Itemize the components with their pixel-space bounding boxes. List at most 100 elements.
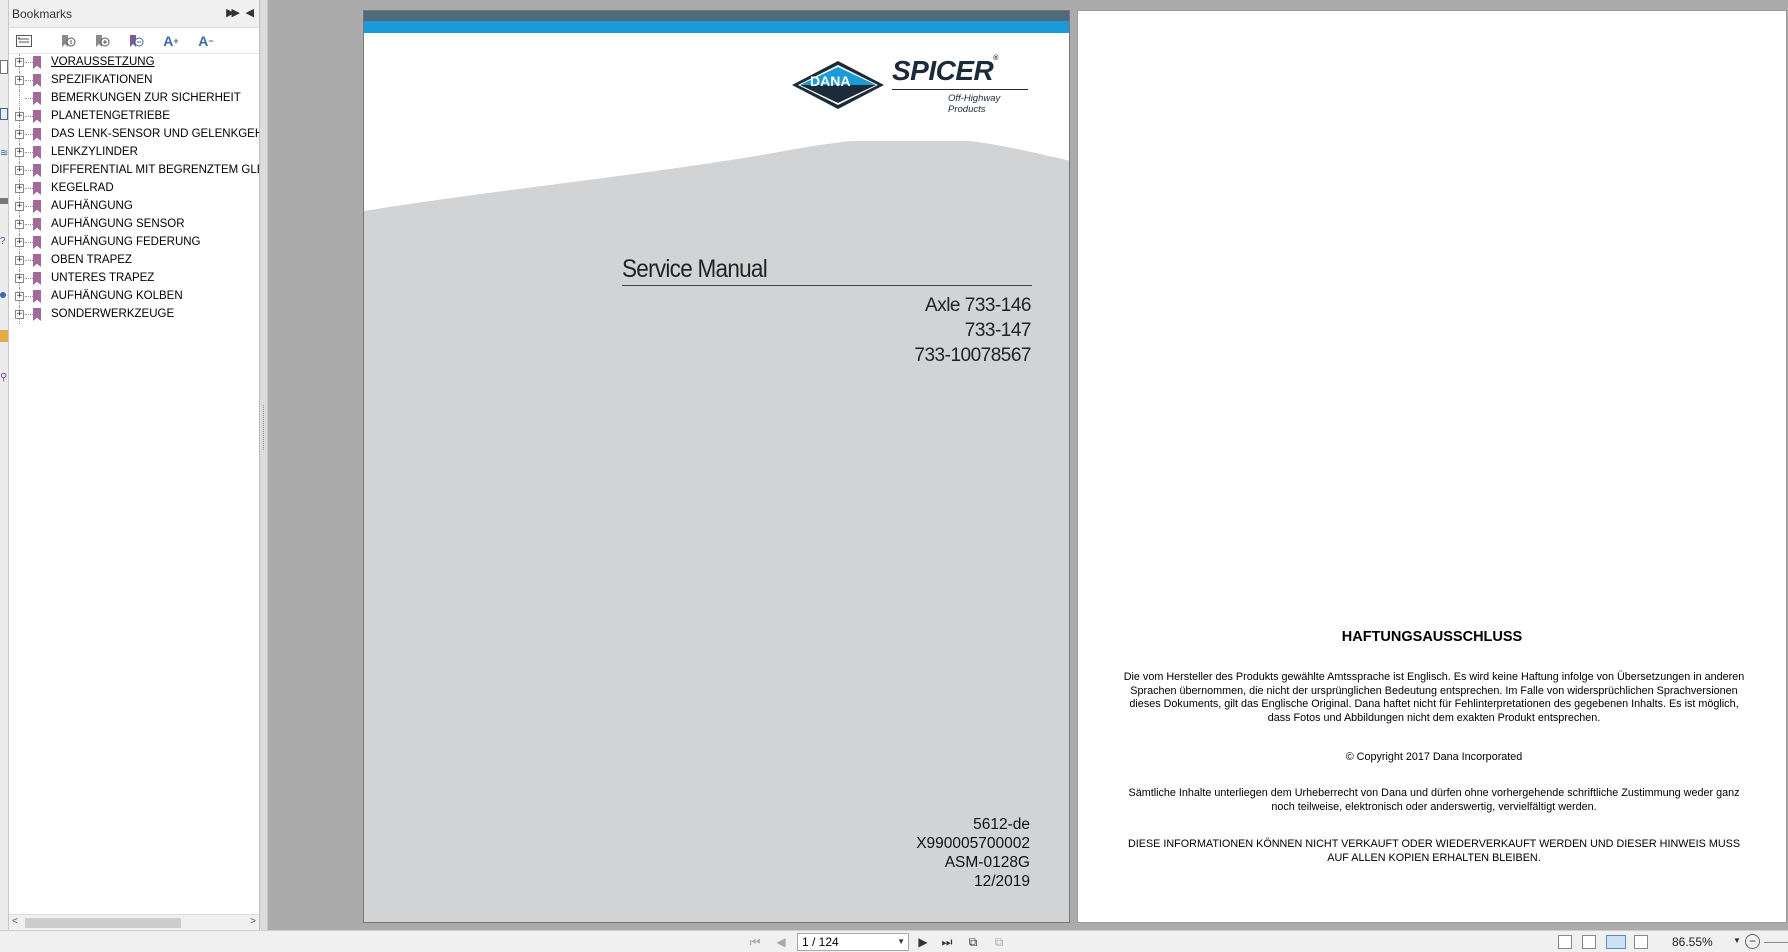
tree-connector: [25, 242, 33, 243]
facing-view-icon[interactable]: [1606, 935, 1626, 949]
bookmark-item[interactable]: BEMERKUNGEN ZUR SICHERHEIT: [9, 90, 259, 108]
bookmark-item[interactable]: + AUFHÄNGUNG SENSOR: [9, 216, 259, 234]
expand-icon[interactable]: +: [15, 202, 24, 211]
bookmark-options-icon[interactable]: [15, 32, 33, 50]
document-viewport[interactable]: DANA SPICER® Off-Highway Products Servic…: [269, 0, 1788, 930]
continuous-view-icon[interactable]: [1582, 935, 1596, 949]
tree-connector: [25, 134, 33, 135]
axle-line-1: Axle 733-146: [925, 295, 1031, 316]
search-icon[interactable]: ⚲: [0, 372, 8, 383]
bookmark-icon: [33, 308, 41, 321]
bookmark-item[interactable]: + AUFHÄNGUNG KOLBEN: [9, 288, 259, 306]
page-number-input[interactable]: 1 / 124 ▼: [797, 933, 909, 951]
cover-page: DANA SPICER® Off-Highway Products Servic…: [363, 10, 1070, 923]
attachments-icon[interactable]: ≋: [0, 148, 8, 159]
expand-icon[interactable]: +: [15, 148, 24, 157]
splitter-grip[interactable]: [263, 405, 264, 450]
bookmark-label: AUFHÄNGUNG SENSOR: [51, 218, 185, 230]
expand-icon[interactable]: +: [15, 184, 24, 193]
tree-connector: [25, 98, 33, 99]
bookmark-item[interactable]: + AUFHÄNGUNG: [9, 198, 259, 216]
expand-panel-icon[interactable]: ▶▶: [226, 6, 240, 19]
expand-icon[interactable]: +: [15, 166, 24, 175]
expand-icon[interactable]: +: [15, 76, 24, 85]
scrollbar-thumb[interactable]: [25, 918, 181, 928]
zoom-dropdown-icon[interactable]: ▼: [1733, 936, 1741, 945]
disclaimer-title: HAFTUNGSAUSSCHLUSS: [1341, 629, 1523, 645]
bookmark-item[interactable]: + PLANETENGETRIEBE: [9, 108, 259, 126]
page-thumbnail-icon[interactable]: [0, 60, 8, 74]
cover-top-bar: [364, 11, 1069, 21]
bookmark-label: SONDERWERKZEUGE: [51, 308, 175, 320]
bookmark-icon: [33, 254, 41, 267]
bookmark-list: + VORAUSSETZUNG + SPEZIFIKATIONEN BEMERKUNGE…: [9, 54, 259, 324]
comments-icon[interactable]: ?: [0, 236, 8, 247]
enlarge-text-icon[interactable]: A +: [162, 32, 180, 50]
tree-connector: [25, 224, 33, 225]
zoom-slider[interactable]: [1764, 942, 1788, 943]
collapse-panel-icon[interactable]: ◀: [246, 6, 254, 19]
chevron-down-icon[interactable]: ▼: [897, 934, 905, 950]
expand-icon[interactable]: +: [15, 256, 24, 265]
bookmark-item[interactable]: + DIFFERENTIAL MIT BEGRENZTEM GLE: [9, 162, 259, 180]
zoom-out-icon[interactable]: −: [1745, 934, 1760, 949]
bookmark-item[interactable]: + OBEN TRAPEZ: [9, 252, 259, 270]
pages-icon[interactable]: [0, 108, 8, 120]
next-view-icon[interactable]: ⧉: [991, 934, 1007, 950]
expand-icon[interactable]: +: [15, 310, 24, 319]
expand-icon[interactable]: +: [15, 130, 24, 139]
logo-rule: [892, 89, 1028, 90]
bookmark-icon: [33, 236, 41, 249]
bookmark-item[interactable]: + SPEZIFIKATIONEN: [9, 72, 259, 90]
help-icon[interactable]: [0, 292, 6, 298]
expand-icon[interactable]: +: [15, 58, 24, 67]
tree-connector: [25, 62, 33, 63]
page-indicator: 1 / 124: [802, 935, 839, 949]
doc-code-3: ASM-0128G: [944, 854, 1030, 871]
expand-icon[interactable]: +: [15, 292, 24, 301]
zoom-level[interactable]: 86.55%: [1672, 935, 1713, 949]
reduce-text-label: A: [198, 33, 209, 49]
previous-view-icon[interactable]: ⧉: [965, 934, 981, 950]
spicer-text: SPICER: [892, 55, 994, 86]
first-page-icon[interactable]: ⏮: [747, 934, 763, 950]
bookmark-item[interactable]: + KEGELRAD: [9, 180, 259, 198]
expand-bookmark-icon[interactable]: [59, 32, 77, 50]
next-page-icon[interactable]: ▶: [915, 934, 931, 950]
bookmark-item[interactable]: + LENKZYLINDER: [9, 144, 259, 162]
delete-bookmark-icon[interactable]: [127, 32, 145, 50]
layers-icon[interactable]: [0, 198, 8, 204]
bookmark-item[interactable]: + DAS LENK-SENSOR UND GELENKGEHÄ: [9, 126, 259, 144]
bookmarks-panel: Bookmarks ▶▶ ◀ A + A − + VORAUSSETZUNG + SPEZ…: [9, 0, 260, 930]
bookmark-item[interactable]: + AUFHÄNGUNG FEDERUNG: [9, 234, 259, 252]
tree-connector: [25, 188, 33, 189]
tree-connector: [25, 170, 33, 171]
bookmark-label: AUFHÄNGUNG: [51, 200, 133, 212]
single-page-view-icon[interactable]: [1558, 935, 1572, 949]
bookmarks-horizontal-scrollbar[interactable]: < >: [9, 914, 259, 930]
expand-icon[interactable]: +: [15, 112, 24, 121]
add-bookmark-icon[interactable]: [93, 32, 111, 50]
cover-title-rule: [622, 285, 1032, 286]
bookmark-item[interactable]: + SONDERWERKZEUGE: [9, 306, 259, 324]
bookmark-label: LENKZYLINDER: [51, 146, 138, 158]
last-page-icon[interactable]: ⏭: [939, 934, 955, 950]
scroll-right-icon[interactable]: >: [250, 916, 256, 927]
tree-line: [19, 90, 20, 108]
expand-icon[interactable]: +: [15, 220, 24, 229]
previous-page-icon[interactable]: ◀: [773, 934, 789, 950]
expand-icon[interactable]: +: [15, 238, 24, 247]
scroll-left-icon[interactable]: <: [12, 916, 18, 927]
panel-splitter[interactable]: [260, 0, 268, 930]
bookmark-item[interactable]: + VORAUSSETZUNG: [9, 54, 259, 72]
disclaimer-paragraph-1: Die vom Hersteller des Produkts gewählte…: [1123, 671, 1745, 724]
expand-icon[interactable]: +: [15, 274, 24, 283]
signatures-icon[interactable]: [0, 330, 8, 342]
bookmark-icon: [33, 110, 41, 123]
reduce-text-icon[interactable]: A −: [197, 32, 215, 50]
continuous-facing-view-icon[interactable]: [1634, 935, 1648, 949]
bookmark-item[interactable]: + UNTERES TRAPEZ: [9, 270, 259, 288]
bookmark-icon: [33, 290, 41, 303]
tree-connector: [25, 296, 33, 297]
doc-code-2: X990005700002: [916, 835, 1030, 852]
